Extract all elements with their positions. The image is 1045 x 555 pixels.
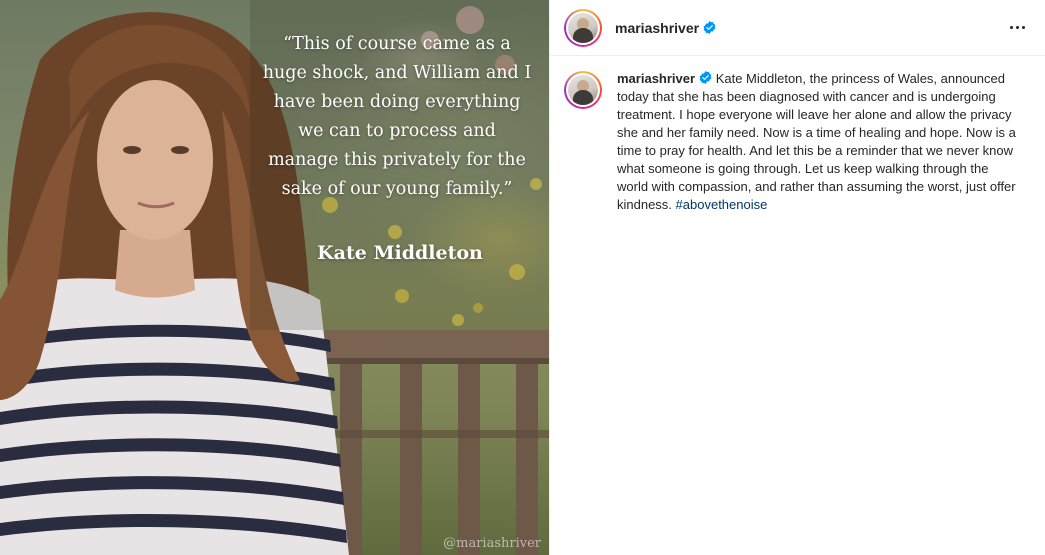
verified-badge-icon [699,71,712,84]
author-avatar[interactable] [564,8,602,47]
author-username[interactable]: mariashriver [615,20,699,36]
verified-badge-icon [703,20,716,34]
caption-text: mariashriver Kate Middleton, the princes… [617,70,1017,214]
post-image[interactable]: “This of course came as a huge shock, an… [0,0,549,555]
quote-attribution: Kate Middleton [317,242,483,264]
caption-author-avatar[interactable] [564,71,602,109]
watermark: @mariashriver [443,536,541,551]
more-horizontal-icon [1009,26,1013,29]
post-header: mariashriver [550,0,1045,56]
more-options-button[interactable] [1005,16,1029,40]
caption-username[interactable]: mariashriver [617,71,695,86]
caption: mariashriver Kate Middleton, the princes… [550,56,1045,214]
hashtag-link[interactable]: #abovethenoise [676,197,768,212]
avatar-image [568,12,598,43]
avatar-image [568,75,598,105]
quote-text: “This of course came as a huge shock, an… [262,34,532,199]
post-panel: mariashriver mariashriver Kate Middleton… [549,0,1045,555]
caption-body: Kate Middleton, the princess of Wales, a… [617,71,1016,212]
